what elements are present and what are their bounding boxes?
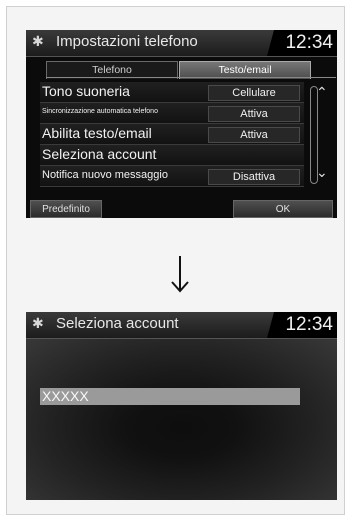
ok-button[interactable]: OK [233, 200, 333, 218]
setting-row-ringtone[interactable]: Tono suoneria Cellulare [40, 82, 304, 103]
setting-label: Abilita testo/email [42, 125, 152, 141]
background-pattern [26, 339, 337, 500]
setting-value: Attiva [208, 106, 300, 122]
chevron-up-icon[interactable]: ⌃ [316, 84, 328, 101]
setting-row-auto-sync[interactable]: Sincronizzazione automatica telefono Att… [40, 103, 304, 124]
gear-icon: ✱ [32, 33, 44, 49]
chevron-down-icon[interactable]: ⌄ [316, 164, 328, 181]
title-bar: ✱ Seleziona account 12:34 [26, 312, 337, 339]
setting-row-new-message-notice[interactable]: Notifica nuovo messaggio Disattiva [40, 166, 304, 187]
clock: 12:34 [267, 30, 337, 56]
title-bar: ✱ Impostazioni telefono 12:34 [26, 30, 337, 57]
setting-value: Cellulare [208, 85, 300, 101]
setting-label: Notifica nuovo messaggio [42, 169, 168, 181]
setting-label: Seleziona account [42, 146, 157, 162]
tab-underline [46, 77, 336, 78]
tab-bar: Telefono Testo/email [46, 61, 336, 79]
settings-list: Tono suoneria Cellulare Sincronizzazione… [40, 82, 304, 187]
select-account-screen: ✱ Seleziona account 12:34 XXXXX [26, 312, 337, 500]
bottom-bar: Predefinito OK [26, 198, 337, 218]
setting-row-enable-text[interactable]: Abilita testo/email Attiva [40, 124, 304, 145]
setting-value: Disattiva [208, 169, 300, 185]
screen-title: Seleziona account [56, 315, 179, 332]
clock: 12:34 [267, 312, 337, 338]
screen-title: Impostazioni telefono [56, 33, 198, 50]
arrow-down-icon [170, 254, 190, 294]
setting-row-select-account[interactable]: Seleziona account [40, 145, 304, 166]
scrollbar[interactable]: ⌃ ⌄ [306, 84, 328, 184]
phone-settings-screen: ✱ Impostazioni telefono 12:34 Telefono T… [26, 30, 337, 218]
account-list-item[interactable]: XXXXX [40, 388, 300, 405]
setting-label: Tono suoneria [42, 83, 130, 99]
default-button[interactable]: Predefinito [30, 200, 102, 218]
setting-label: Sincronizzazione automatica telefono [42, 108, 158, 115]
setting-value: Attiva [208, 127, 300, 143]
gear-icon: ✱ [32, 315, 44, 331]
